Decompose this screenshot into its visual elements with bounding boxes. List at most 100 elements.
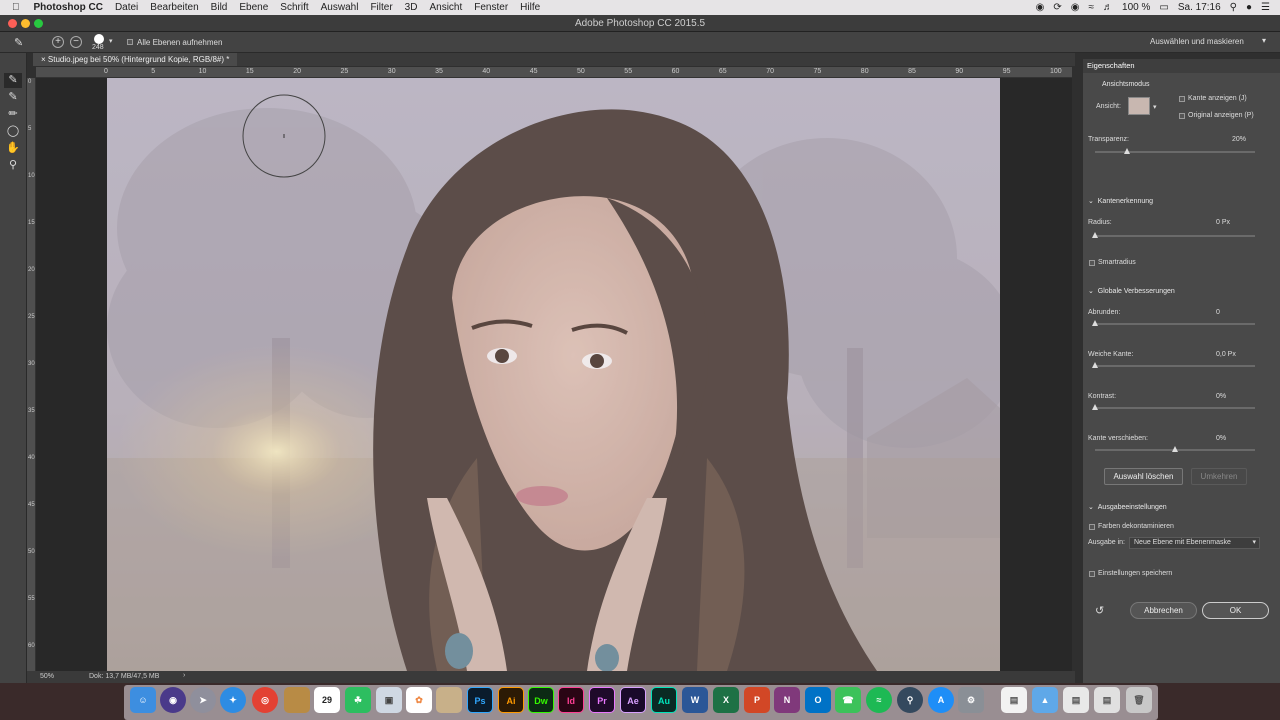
contrast-slider[interactable] xyxy=(1092,404,1255,410)
quicktime-icon[interactable]: ⚲ xyxy=(897,687,923,713)
menu-filter[interactable]: Filter xyxy=(370,2,392,13)
battery-icon[interactable]: ▭ xyxy=(1159,2,1168,13)
excel-icon[interactable]: X xyxy=(713,687,739,713)
notes-folder-icon[interactable] xyxy=(284,687,310,713)
smooth-value[interactable]: 0 xyxy=(1216,309,1220,316)
transparency-value[interactable]: 20% xyxy=(1232,136,1246,143)
search-icon[interactable]: ⚲ xyxy=(1230,2,1237,13)
powerpoint-icon[interactable]: P xyxy=(744,687,770,713)
onenote-icon[interactable]: N xyxy=(774,687,800,713)
smooth-thumb[interactable] xyxy=(1092,320,1098,326)
menu-hilfe[interactable]: Hilfe xyxy=(520,2,540,13)
system-preferences-icon[interactable]: ⚙ xyxy=(958,687,984,713)
chrome-icon[interactable]: ◎ xyxy=(252,687,278,713)
app-menu[interactable]: Photoshop CC xyxy=(34,2,103,13)
edge-detection-heading[interactable]: ⌄ Kantenerkennung xyxy=(1088,197,1153,205)
applications-folder-icon[interactable]: ▲ xyxy=(1032,687,1058,713)
radius-slider[interactable] xyxy=(1092,232,1255,238)
canvas-area[interactable] xyxy=(36,78,1072,671)
subtract-selection-icon[interactable]: − xyxy=(70,36,82,48)
document-icon[interactable]: ▤ xyxy=(1001,687,1027,713)
document-tab[interactable]: × Studio.jpeg bei 50% (Hintergrund Kopie… xyxy=(33,53,238,66)
menu-datei[interactable]: Datei xyxy=(115,2,138,13)
view-dropdown-icon[interactable]: ▾ xyxy=(1153,103,1157,111)
zoom-tool-icon[interactable]: ⚲ xyxy=(4,158,22,173)
wifi-icon[interactable]: ≈ xyxy=(1089,2,1095,13)
menu-auswahl[interactable]: Auswahl xyxy=(321,2,359,13)
quick-selection-tool-icon[interactable]: ✎ xyxy=(4,73,22,88)
clock[interactable]: Sa. 17:16 xyxy=(1178,2,1221,13)
calendar-icon[interactable]: 29 xyxy=(314,687,340,713)
record-icon[interactable]: ◉ xyxy=(1036,2,1045,13)
lasso-tool-icon[interactable]: ◯ xyxy=(4,124,22,139)
feather-slider[interactable] xyxy=(1092,362,1255,368)
shift-edge-value[interactable]: 0% xyxy=(1216,435,1226,442)
smooth-slider[interactable] xyxy=(1092,320,1255,326)
transparency-slider[interactable] xyxy=(1095,148,1255,154)
menu-bearbeiten[interactable]: Bearbeiten xyxy=(150,2,198,13)
shift-edge-thumb[interactable] xyxy=(1172,446,1178,452)
view-thumbnail[interactable] xyxy=(1128,97,1150,115)
script-editor-icon[interactable] xyxy=(436,687,462,713)
sync-icon[interactable]: ⟳ xyxy=(1053,2,1061,13)
radius-value[interactable]: 0 Px xyxy=(1216,219,1230,226)
menu-fenster[interactable]: Fenster xyxy=(474,2,508,13)
show-edge-checkbox[interactable] xyxy=(1179,96,1185,102)
trash-icon[interactable]: 🗑 xyxy=(1126,687,1152,713)
volume-icon[interactable]: ♬ xyxy=(1103,2,1113,13)
output-to-select[interactable]: Neue Ebene mit Ebenenmaske ▾ xyxy=(1129,537,1260,549)
battery-label[interactable]: 100 % xyxy=(1122,2,1150,13)
quick-selection-icon[interactable]: ✎ xyxy=(14,36,23,49)
shift-edge-slider[interactable] xyxy=(1095,446,1255,452)
illustrator-icon[interactable]: Ai xyxy=(498,687,524,713)
decontaminate-checkbox[interactable] xyxy=(1089,524,1095,530)
eye-icon[interactable]: ◉ xyxy=(1071,2,1080,13)
preview-icon[interactable]: ▣ xyxy=(376,687,402,713)
menu-schrift[interactable]: Schrift xyxy=(280,2,308,13)
safari-icon[interactable]: ✦ xyxy=(220,687,246,713)
invert-button[interactable]: Umkehren xyxy=(1191,468,1247,485)
evernote-icon[interactable]: ☘ xyxy=(345,687,371,713)
brush-preset-icon[interactable] xyxy=(94,34,104,44)
workspace-dropdown-icon[interactable]: ▾ xyxy=(1262,36,1266,45)
folder-icon[interactable]: ▤ xyxy=(1094,687,1120,713)
photos-icon[interactable]: ✿ xyxy=(406,687,432,713)
close-tab-icon[interactable]: × xyxy=(41,55,46,64)
menu-bild[interactable]: Bild xyxy=(211,2,228,13)
downloads-icon[interactable]: ▤ xyxy=(1063,687,1089,713)
premiere-icon[interactable]: Pr xyxy=(589,687,615,713)
sample-all-layers-checkbox[interactable] xyxy=(127,39,133,45)
launchpad-icon[interactable]: ➤ xyxy=(190,687,216,713)
document-size[interactable]: Dok: 13,7 MB/47,5 MB xyxy=(89,673,159,680)
cancel-button[interactable]: Abbrechen xyxy=(1130,602,1197,619)
document-image[interactable] xyxy=(107,78,1000,671)
reset-icon[interactable]: ↺ xyxy=(1095,604,1104,617)
zoom-window-icon[interactable] xyxy=(34,19,43,28)
photoshop-icon[interactable]: Ps xyxy=(467,687,493,713)
output-settings-heading[interactable]: ⌄ Ausgabeeinstellungen xyxy=(1088,503,1167,511)
indesign-icon[interactable]: Id xyxy=(558,687,584,713)
status-arrow-icon[interactable]: › xyxy=(183,672,185,679)
audition-icon[interactable]: Au xyxy=(651,687,677,713)
siri-icon[interactable]: ◉ xyxy=(160,687,186,713)
menu-ebene[interactable]: Ebene xyxy=(239,2,268,13)
contrast-value[interactable]: 0% xyxy=(1216,393,1226,400)
dreamweaver-icon[interactable]: Dw xyxy=(528,687,554,713)
brush-tool-icon[interactable]: ✏ xyxy=(4,107,22,122)
smart-radius-checkbox[interactable] xyxy=(1089,260,1095,266)
show-original-checkbox[interactable] xyxy=(1179,113,1185,119)
global-refinements-heading[interactable]: ⌄ Globale Verbesserungen xyxy=(1088,287,1175,295)
ok-button[interactable]: OK xyxy=(1202,602,1269,619)
add-selection-icon[interactable]: + xyxy=(52,36,64,48)
feather-thumb[interactable] xyxy=(1092,362,1098,368)
spotify-icon[interactable]: ≈ xyxy=(866,687,892,713)
contrast-thumb[interactable] xyxy=(1092,404,1098,410)
facetime-icon[interactable]: ☎ xyxy=(835,687,861,713)
list-icon[interactable]: ☰ xyxy=(1261,2,1270,13)
transparency-thumb[interactable] xyxy=(1124,148,1130,154)
finder-icon[interactable]: ☺ xyxy=(130,687,156,713)
zoom-level[interactable]: 50% xyxy=(40,673,54,680)
hand-tool-icon[interactable]: ✋ xyxy=(4,141,22,156)
brush-dropdown-icon[interactable]: ▾ xyxy=(109,37,113,45)
select-and-mask-button[interactable]: Auswählen und maskieren xyxy=(1150,37,1244,46)
